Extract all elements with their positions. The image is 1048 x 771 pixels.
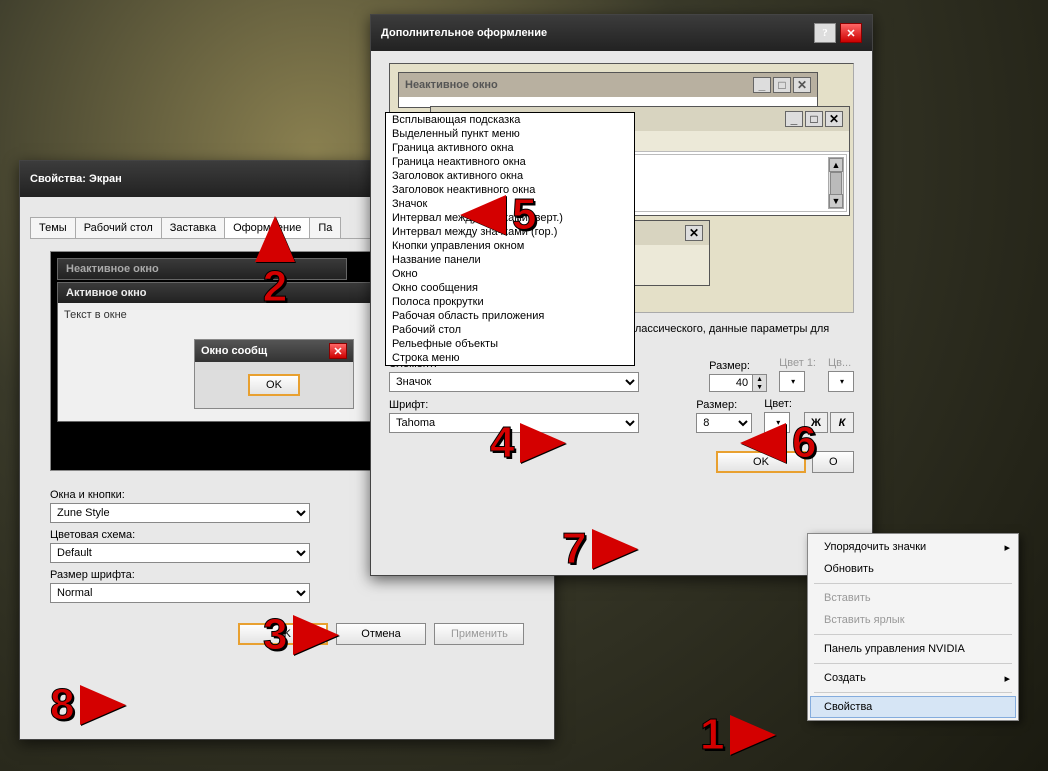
color1-label: Цвет 1:: [779, 357, 816, 369]
preview-inactive-title: Неактивное окно: [58, 259, 346, 279]
size1-label: Размер:: [709, 360, 767, 372]
font-size-combo[interactable]: 8: [696, 413, 752, 433]
menu-separator: [814, 663, 1012, 664]
adv-titlebar: Дополнительное оформление ? ✕: [371, 15, 872, 51]
color-scheme-combo[interactable]: Default: [50, 543, 310, 563]
cancel-button[interactable]: Отмена: [336, 623, 426, 645]
apply-button: Применить: [434, 623, 524, 645]
color2-label: Цв...: [828, 357, 854, 369]
preview-msgbox-title: Окно сообщ: [201, 345, 267, 357]
size1-input[interactable]: [710, 375, 752, 391]
list-item[interactable]: Граница активного окна: [386, 141, 634, 155]
font-combo[interactable]: Tahoma: [389, 413, 639, 433]
scroll-up-icon: ▲: [829, 158, 843, 172]
list-item[interactable]: Всплывающая подсказка: [386, 113, 634, 127]
menu-new[interactable]: Создать: [810, 667, 1016, 689]
maximize-icon: □: [805, 111, 823, 127]
windows-buttons-combo[interactable]: Zune Style: [50, 503, 310, 523]
menu-refresh[interactable]: Обновить: [810, 558, 1016, 580]
list-item[interactable]: Рабочий стол: [386, 323, 634, 337]
menu-paste: Вставить: [810, 587, 1016, 609]
font-color-label: Цвет:: [764, 398, 792, 410]
display-title: Свойства: Экран: [30, 173, 122, 185]
menu-separator: [814, 692, 1012, 693]
list-item[interactable]: Окно: [386, 267, 634, 281]
list-item[interactable]: Значок: [386, 197, 634, 211]
size1-spinner[interactable]: ▲▼: [709, 374, 767, 392]
list-item[interactable]: Окно сообщения: [386, 281, 634, 295]
preview-window-text: Текст в окне: [64, 309, 127, 321]
scrollbar: ▲ ▼: [828, 157, 844, 209]
list-item[interactable]: Интервал между значками (верт.): [386, 211, 634, 225]
ok-button[interactable]: OK: [238, 623, 328, 645]
preview-msgbox-ok: OK: [248, 374, 300, 396]
bold-toggle[interactable]: Ж: [804, 412, 828, 433]
close-icon: ✕: [793, 77, 811, 93]
adv-preview-inactive: Неактивное окно: [405, 79, 498, 91]
list-item[interactable]: Строка меню: [386, 351, 634, 365]
minimize-icon: _: [785, 111, 803, 127]
adv-cancel-button[interactable]: О: [812, 451, 854, 473]
menu-nvidia[interactable]: Панель управления NVIDIA: [810, 638, 1016, 660]
color1-button[interactable]: [779, 371, 805, 392]
preview-active-title: Активное окно: [58, 283, 376, 303]
list-item[interactable]: Рабочая область приложения: [386, 309, 634, 323]
list-item[interactable]: Заголовок активного окна: [386, 169, 634, 183]
menu-arrange-icons[interactable]: Упорядочить значки: [810, 536, 1016, 558]
list-item[interactable]: Граница неактивного окна: [386, 155, 634, 169]
list-item[interactable]: Полоса прокрутки: [386, 295, 634, 309]
tab-settings[interactable]: Па: [309, 217, 341, 238]
size2-label: Размер:: [696, 399, 752, 411]
menu-separator: [814, 634, 1012, 635]
list-item[interactable]: Рельефные объекты: [386, 337, 634, 351]
menu-separator: [814, 583, 1012, 584]
tab-appearance[interactable]: Оформление: [224, 217, 310, 238]
font-label: Шрифт:: [389, 399, 684, 411]
color2-button[interactable]: [828, 371, 854, 392]
menu-paste-shortcut: Вставить ярлык: [810, 609, 1016, 631]
adv-close-button[interactable]: ✕: [840, 23, 862, 43]
list-item[interactable]: Заголовок неактивного окна: [386, 183, 634, 197]
tab-themes[interactable]: Темы: [30, 217, 76, 238]
italic-toggle[interactable]: К: [830, 412, 854, 433]
preview-msgbox-close-icon: ✕: [329, 343, 347, 359]
spin-up-icon[interactable]: ▲: [752, 375, 766, 383]
minimize-icon: _: [753, 77, 771, 93]
tab-screensaver[interactable]: Заставка: [161, 217, 225, 238]
element-dropdown-list[interactable]: Всплывающая подсказка Выделенный пункт м…: [385, 112, 635, 366]
maximize-icon: □: [773, 77, 791, 93]
list-item[interactable]: Выделенный пункт меню: [386, 127, 634, 141]
scroll-down-icon: ▼: [829, 194, 843, 208]
menu-properties[interactable]: Свойства: [810, 696, 1016, 718]
close-icon: ✕: [685, 225, 703, 241]
adv-ok-button[interactable]: OK: [716, 451, 806, 473]
spin-down-icon[interactable]: ▼: [752, 383, 766, 391]
adv-help-button[interactable]: ?: [814, 23, 836, 43]
element-combo[interactable]: Значок: [389, 372, 639, 392]
list-item[interactable]: Кнопки управления окном: [386, 239, 634, 253]
font-size-combo[interactable]: Normal: [50, 583, 310, 603]
adv-title: Дополнительное оформление: [381, 27, 547, 39]
list-item[interactable]: Название панели: [386, 253, 634, 267]
close-icon: ✕: [825, 111, 843, 127]
desktop-context-menu: Упорядочить значки Обновить Вставить Вст…: [807, 533, 1019, 721]
font-color-button[interactable]: [764, 412, 790, 433]
list-item[interactable]: Интервал между значками (гор.): [386, 225, 634, 239]
tab-desktop[interactable]: Рабочий стол: [75, 217, 162, 238]
